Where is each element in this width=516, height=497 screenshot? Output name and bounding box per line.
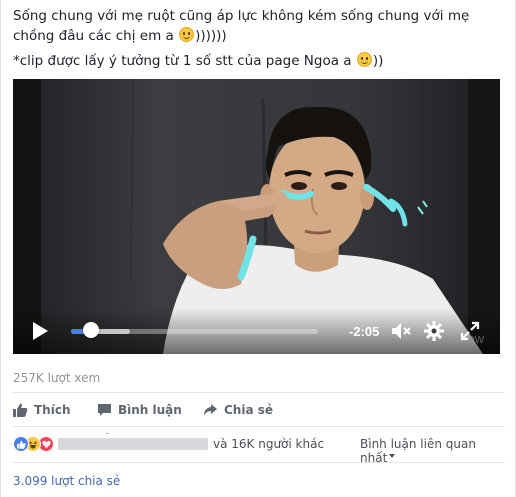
caption-text-1: Sống chung với mẹ ruột cũng áp lực không… [13, 8, 470, 44]
share-label: Chia sẻ [224, 403, 274, 417]
comment-icon [98, 404, 111, 416]
reactor-name-redacted[interactable] [58, 438, 208, 450]
like-label: Thích [34, 403, 71, 417]
like-reaction-icon[interactable] [13, 436, 29, 452]
comment-sort-dropdown[interactable]: Bình luận liên quan nhất [360, 437, 505, 465]
sort-label: Bình luận liên quan nhất [360, 437, 476, 465]
divider [13, 462, 505, 463]
share-icon [204, 404, 217, 416]
thumbs-up-icon [13, 403, 28, 417]
caption-line-2: *clip được lấy ý tưởng từ 1 số stt của p… [13, 51, 505, 71]
heart-icon [41, 440, 51, 448]
view-count: 257K lượt xem [13, 371, 101, 385]
others-count-link[interactable]: và 16K người khác [213, 437, 324, 451]
divider [13, 426, 505, 427]
thumbs-up-icon [16, 440, 26, 449]
post-actions: Thích Bình luận Chia sẻ [13, 400, 313, 420]
caption-text-2: *clip được lấy ý tưởng từ 1 số stt của p… [13, 53, 352, 69]
divider [13, 392, 505, 393]
progress-scrubber[interactable] [82, 322, 99, 338]
video-controls: -2:05 [13, 308, 500, 354]
caption-suffix-1: )))))) [195, 28, 227, 44]
smile-emoji-icon [356, 52, 372, 67]
reactions-summary: ˜ và 16K người khác Bình luận liên quan … [13, 433, 505, 465]
video-post: Sống chung với mẹ ruột cũng áp lực không… [0, 0, 516, 497]
progress-bar[interactable] [71, 329, 318, 334]
smile-emoji-icon [179, 27, 195, 42]
share-button[interactable]: Chia sẻ [203, 400, 273, 420]
like-button[interactable]: Thích [13, 400, 71, 420]
time-remaining: -2:05 [349, 324, 380, 339]
comment-button[interactable]: Bình luận [97, 400, 182, 420]
comment-label: Bình luận [118, 403, 182, 417]
post-caption: Sống chung với mẹ ruột cũng áp lực không… [13, 6, 505, 76]
caret-down-icon [389, 454, 396, 458]
caption-line-1: Sống chung với mẹ ruột cũng áp lực không… [13, 6, 505, 46]
fullscreen-icon[interactable] [459, 320, 481, 342]
mute-icon[interactable] [390, 320, 412, 342]
video-player[interactable]: SHOW -2:05 [13, 79, 500, 354]
play-icon[interactable] [31, 321, 49, 341]
redaction-mark: ˜ [105, 433, 110, 443]
caption-suffix-2: )) [372, 53, 384, 69]
settings-icon[interactable] [423, 320, 445, 342]
share-count-link[interactable]: 3.099 lượt chia sẻ [13, 474, 120, 488]
